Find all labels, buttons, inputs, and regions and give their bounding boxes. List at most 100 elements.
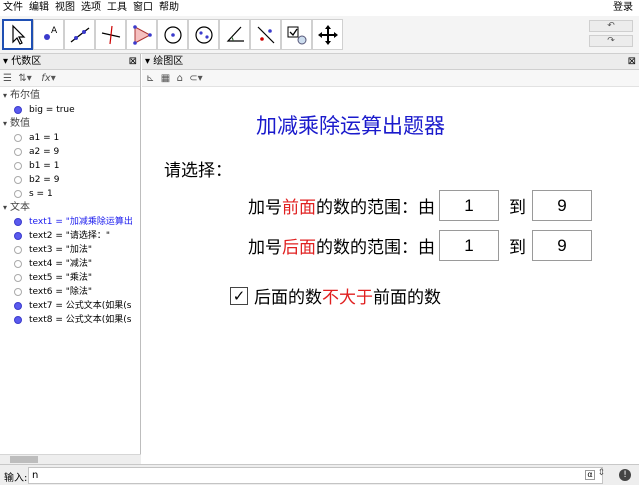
algebra-item[interactable]: text2 = "请选择：" — [0, 229, 140, 243]
input-history-spinner[interactable]: ⇕ — [597, 468, 605, 478]
algebra-item-text: text5 = "乘法" — [29, 273, 93, 283]
algebra-item[interactable]: b1 = 1 — [0, 159, 140, 173]
sort-icon[interactable]: ⇅▾ — [18, 73, 31, 84]
menu-file[interactable]: 文件 — [0, 0, 26, 16]
visibility-toggle-icon[interactable] — [14, 176, 22, 184]
scrollbar-thumb[interactable] — [10, 456, 38, 463]
first-number-to-input[interactable]: 9 — [532, 190, 592, 221]
checkbox-label-pre: 后面的数 — [254, 288, 322, 308]
algebra-item[interactable]: a2 = 9 — [0, 145, 140, 159]
close-icon[interactable]: ⊠ — [628, 54, 636, 70]
row2-suffix: 的数的范围：由 — [316, 238, 435, 258]
algebra-horizontal-scrollbar[interactable] — [0, 454, 141, 464]
algebra-group-header[interactable]: ▾ 文本 — [0, 201, 140, 215]
command-input[interactable]: n — [28, 467, 603, 484]
move-graphics-view-tool-button[interactable] — [312, 19, 343, 50]
collapse-triangle-icon[interactable]: ▾ — [3, 56, 8, 67]
second-number-to-input[interactable]: 9 — [532, 230, 592, 261]
home-icon[interactable]: ⌂ — [177, 73, 183, 84]
line-tool-button[interactable] — [64, 19, 95, 50]
move-tool-button[interactable] — [2, 19, 33, 50]
algebra-item[interactable]: text8 = 公式文本(如果(s — [0, 313, 140, 327]
perpendicular-line-tool-button[interactable] — [95, 19, 126, 50]
show-auxiliary-icon[interactable]: ☰ — [3, 73, 12, 84]
visibility-toggle-icon[interactable] — [14, 316, 22, 324]
first-number-range-row: 加号 前面 的数的范围：由 1 到 9 — [248, 190, 596, 221]
angle-tool-button[interactable] — [219, 19, 250, 50]
visibility-toggle-icon[interactable] — [14, 302, 22, 310]
expand-triangle-icon[interactable]: ▾ — [3, 203, 7, 212]
visibility-toggle-icon[interactable] — [14, 218, 22, 226]
redo-button[interactable]: ↷ — [589, 35, 633, 47]
cursor-arrow-icon — [11, 24, 25, 45]
algebra-item[interactable]: text1 = "加减乘除运算出 — [0, 215, 140, 229]
visibility-toggle-icon[interactable] — [14, 190, 22, 198]
algebra-item[interactable]: text4 = "减法" — [0, 257, 140, 271]
checkbox-tool-button[interactable] — [281, 19, 312, 50]
visibility-toggle-icon[interactable] — [14, 134, 22, 142]
not-greater-checkbox[interactable]: ✓ — [230, 286, 248, 305]
visibility-toggle-icon[interactable] — [14, 274, 22, 282]
grid-toggle-icon[interactable]: ▦ — [161, 73, 170, 84]
polygon-tool-button[interactable] — [126, 19, 157, 50]
algebra-item-text: a1 = 1 — [29, 133, 60, 143]
input-label: 输入: — [4, 473, 28, 484]
algebra-item[interactable]: s = 1 — [0, 187, 140, 201]
algebra-group-header[interactable]: ▾ 布尔值 — [0, 89, 140, 103]
algebra-item[interactable]: b2 = 9 — [0, 173, 140, 187]
move-cross-icon — [317, 24, 338, 45]
point-icon: A — [43, 26, 58, 40]
algebra-item[interactable]: a1 = 1 — [0, 131, 140, 145]
checkbox-label-highlight: 不大于 — [322, 288, 373, 308]
menu-options[interactable]: 选项 — [78, 0, 104, 16]
algebra-item[interactable]: big = true — [0, 103, 140, 117]
reflect-tool-button[interactable] — [250, 19, 281, 50]
algebra-item[interactable]: text6 = "除法" — [0, 285, 140, 299]
algebra-item-text: text7 = 公式文本(如果(s — [29, 301, 132, 311]
visibility-toggle-icon[interactable] — [14, 260, 22, 268]
point-capture-icon[interactable]: ⊂▾ — [189, 73, 202, 84]
algebra-group-header[interactable]: ▾ 数值 — [0, 117, 140, 131]
collapse-triangle-icon[interactable]: ▾ — [145, 56, 150, 67]
fx-icon[interactable]: fx▾ — [41, 73, 55, 84]
checkbox-label-post: 前面的数 — [373, 288, 441, 308]
second-number-from-input[interactable]: 1 — [439, 230, 499, 261]
graphics-panel-title: 绘图区 — [153, 56, 184, 67]
visibility-toggle-icon[interactable] — [14, 232, 22, 240]
input-help-button[interactable]: ! — [619, 469, 631, 481]
visibility-toggle-icon[interactable] — [14, 106, 22, 114]
row1-prefix: 加号 — [248, 198, 282, 218]
login-link[interactable]: 登录 — [613, 0, 633, 16]
menu-help[interactable]: 帮助 — [156, 0, 182, 16]
visibility-toggle-icon[interactable] — [14, 162, 22, 170]
expand-triangle-icon[interactable]: ▾ — [3, 91, 7, 100]
algebra-item[interactable]: text3 = "加法" — [0, 243, 140, 257]
line-icon — [70, 26, 89, 43]
first-number-from-input[interactable]: 1 — [439, 190, 499, 221]
algebra-item[interactable]: text7 = 公式文本(如果(s — [0, 299, 140, 313]
axes-toggle-icon[interactable]: ⊾ — [146, 73, 154, 84]
visibility-toggle-icon[interactable] — [14, 288, 22, 296]
expand-triangle-icon[interactable]: ▾ — [3, 119, 7, 128]
point-tool-button[interactable]: A — [33, 19, 64, 50]
menu-view[interactable]: 视图 — [52, 0, 78, 16]
alpha-symbol-button[interactable]: α — [585, 470, 595, 480]
undo-button[interactable]: ↶ — [589, 20, 633, 32]
algebra-item-text: text1 = "加减乘除运算出 — [29, 217, 133, 227]
algebra-item[interactable]: text5 = "乘法" — [0, 271, 140, 285]
graphics-panel: ▾ 绘图区 ⊠ ⊾ ▦ ⌂ ⊂▾ 加减乘除运算出题器 请选择： 加号 前面 的数的范… — [142, 54, 639, 464]
menu-tools[interactable]: 工具 — [104, 0, 130, 16]
algebra-item-text: text8 = 公式文本(如果(s — [29, 315, 132, 325]
svg-text:A: A — [51, 26, 58, 36]
menu-window[interactable]: 窗口 — [130, 0, 156, 16]
menu-edit[interactable]: 编辑 — [26, 0, 52, 16]
input-bar: 输入: n α ⇕ ! — [0, 464, 639, 485]
visibility-toggle-icon[interactable] — [14, 246, 22, 254]
ellipse-tool-button[interactable] — [188, 19, 219, 50]
not-greater-checkbox-row[interactable]: ✓ 后面的数 不大于 前面的数 — [230, 283, 441, 308]
row2-highlight: 后面 — [282, 238, 316, 258]
close-icon[interactable]: ⊠ — [129, 54, 137, 70]
visibility-toggle-icon[interactable] — [14, 148, 22, 156]
row2-prefix: 加号 — [248, 238, 282, 258]
circle-tool-button[interactable] — [157, 19, 188, 50]
